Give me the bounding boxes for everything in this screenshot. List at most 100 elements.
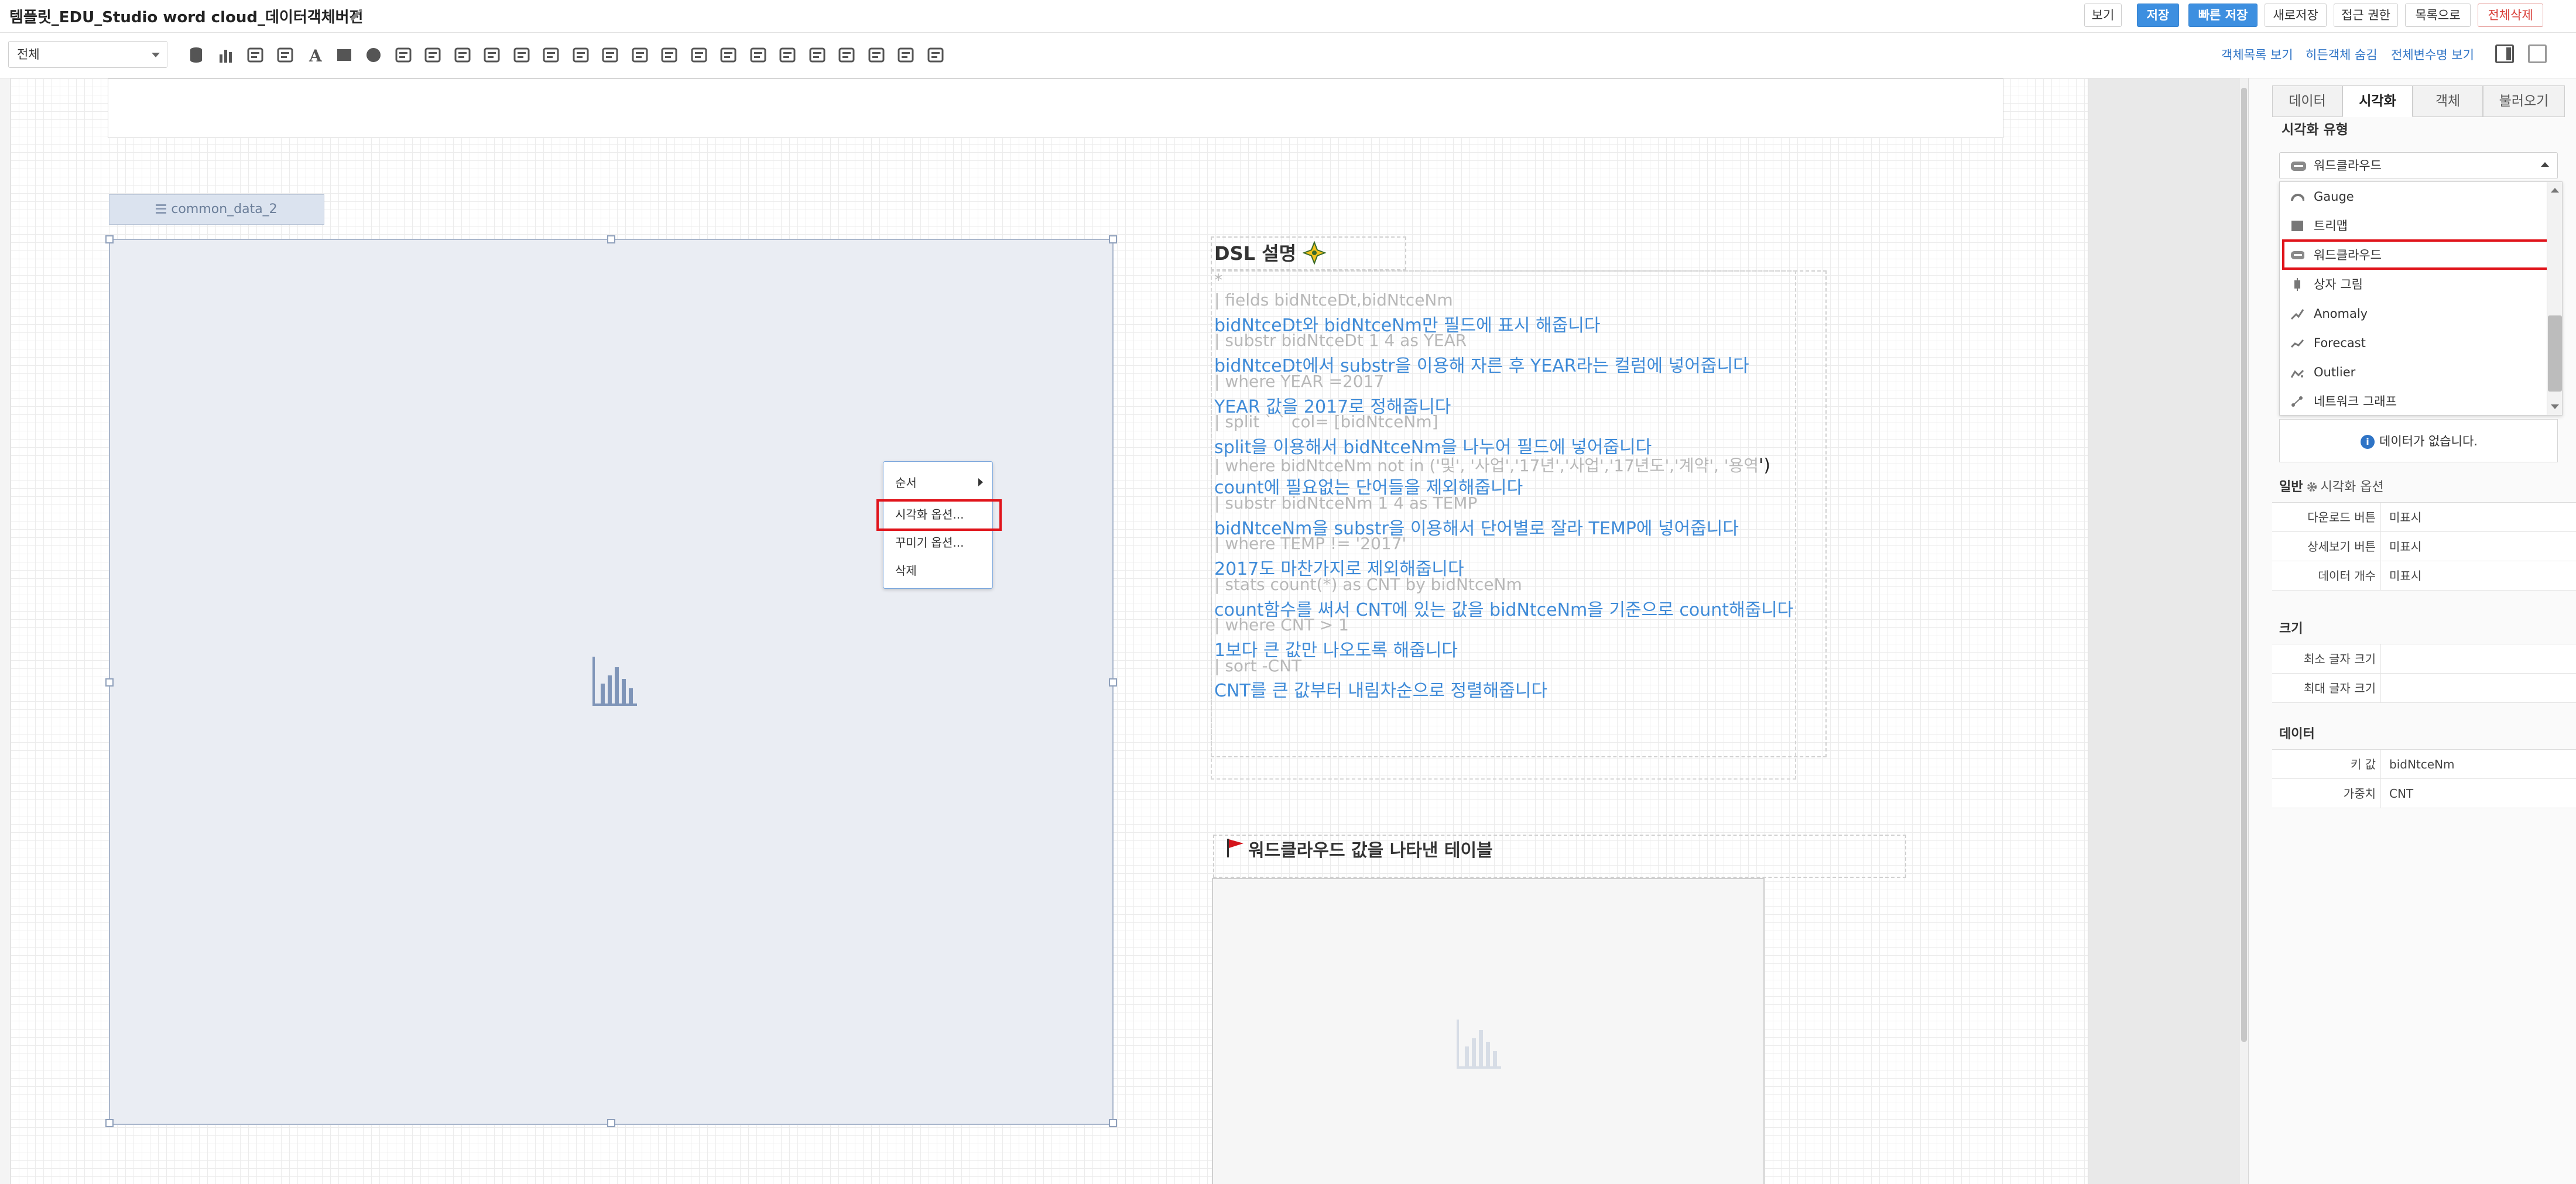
- map-icon[interactable]: [275, 45, 295, 65]
- wordcloud-table-title: 워드클라우드 값을 나타낸 테이블: [1248, 840, 1493, 861]
- quick-save-button[interactable]: 빠른 저장: [2188, 4, 2258, 27]
- dropdown-item[interactable]: 상자 그림: [2280, 270, 2547, 299]
- dropdown-scrollbar-thumb[interactable]: [2548, 315, 2562, 392]
- tab-import[interactable]: 불러오기: [2483, 85, 2565, 117]
- vis-type-select[interactable]: 워드클라우드: [2279, 152, 2558, 179]
- save-button[interactable]: 저장: [2137, 4, 2179, 27]
- ctx-delete[interactable]: 삭제: [895, 561, 917, 578]
- textbox-icon[interactable]: [453, 45, 472, 65]
- tab-object[interactable]: 객체: [2413, 85, 2483, 117]
- hidden-objects-link[interactable]: 히든객체 숨김: [2306, 46, 2378, 63]
- prop-row[interactable]: 데이터 개수 미표시: [2272, 561, 2576, 591]
- dsl-description-line: CNT를 큰 값부터 내림차순으로 정렬해줍니다: [1214, 676, 1547, 702]
- general-label: 일반: [2279, 480, 2303, 495]
- dsl-command-line: | sort -CNT: [1214, 656, 1301, 675]
- prop-value[interactable]: 미표시: [2389, 561, 2421, 591]
- global-vars-link[interactable]: 전체변수명 보기: [2391, 46, 2474, 63]
- prop-row[interactable]: 최대 글자 크기: [2272, 674, 2576, 703]
- top-panel-box[interactable]: [108, 78, 2003, 138]
- cloud-icon: [2291, 162, 2306, 171]
- photo-icon[interactable]: [630, 45, 650, 65]
- button-icon[interactable]: [482, 45, 502, 65]
- wordcloud-table-box[interactable]: [1212, 878, 1765, 1184]
- bar-chart-icon[interactable]: [216, 45, 236, 65]
- export-icon[interactable]: [926, 45, 946, 65]
- date-icon[interactable]: [541, 45, 561, 65]
- database-icon[interactable]: [186, 45, 206, 65]
- canvas-scrollbar-thumb[interactable]: [2241, 88, 2247, 1042]
- calendar-icon[interactable]: [571, 45, 591, 65]
- list-button[interactable]: 목록으로: [2405, 4, 2471, 27]
- prop-key: 최소 글자 크기: [2272, 644, 2381, 674]
- prop-row[interactable]: 다운로드 버튼 미표시: [2272, 503, 2576, 532]
- scroll-up-icon[interactable]: [2551, 188, 2559, 193]
- list-icon[interactable]: [689, 45, 709, 65]
- object-list-link[interactable]: 객체목록 보기: [2221, 46, 2293, 63]
- chart-placeholder-icon: [592, 657, 637, 706]
- ctx-deco-options[interactable]: 꾸미기 옵션...: [895, 533, 964, 550]
- refresh-icon[interactable]: [748, 45, 768, 65]
- tab-data[interactable]: 데이터: [2272, 85, 2342, 117]
- frame-icon[interactable]: [866, 45, 886, 65]
- checkbox-icon[interactable]: [512, 45, 532, 65]
- dropdown-item[interactable]: 트리맵: [2280, 211, 2547, 241]
- prop-value[interactable]: 미표시: [2389, 532, 2421, 561]
- folder-icon[interactable]: [659, 45, 679, 65]
- panel-right-toggle-icon[interactable]: [2495, 44, 2514, 63]
- circle-icon[interactable]: [364, 45, 383, 65]
- save-new-button[interactable]: 새로저장: [2265, 4, 2327, 27]
- resize-handle-nw[interactable]: [105, 235, 114, 243]
- resize-handle-ne[interactable]: [1109, 235, 1117, 243]
- resize-handle-n[interactable]: [607, 235, 615, 243]
- prop-row[interactable]: 최소 글자 크기: [2272, 644, 2576, 674]
- list-icon: [156, 204, 167, 214]
- image-icon[interactable]: [393, 45, 413, 65]
- panel-full-toggle-icon[interactable]: [2528, 44, 2547, 63]
- dropdown-item[interactable]: Gauge: [2280, 182, 2547, 211]
- move-icon[interactable]: [896, 45, 916, 65]
- edit-icon[interactable]: [600, 45, 620, 65]
- resize-handle-s[interactable]: [607, 1119, 615, 1127]
- dropdown-item[interactable]: Anomaly: [2280, 299, 2547, 328]
- prop-value[interactable]: 미표시: [2389, 503, 2421, 532]
- vis-type-label: 시각화 유형: [2282, 122, 2348, 138]
- text-icon[interactable]: A: [304, 45, 324, 66]
- ctx-order[interactable]: 순서: [895, 473, 917, 490]
- map-pin-icon[interactable]: [245, 45, 265, 65]
- dsl-star: *: [1214, 270, 1222, 290]
- context-menu: 순서 시각화 옵션... 꾸미기 옵션... 삭제: [876, 461, 1002, 589]
- filter-select[interactable]: 전체: [8, 41, 167, 68]
- resize-handle-sw[interactable]: [105, 1119, 114, 1127]
- input-icon[interactable]: [423, 45, 443, 65]
- print-icon[interactable]: [807, 45, 827, 65]
- resize-handle-w[interactable]: [105, 678, 114, 687]
- access-button[interactable]: 접근 권한: [2334, 4, 2398, 27]
- dsl-line-text: | split ` ` col= [bidNtceNm]: [1214, 412, 1438, 432]
- scroll-down-icon[interactable]: [2551, 404, 2559, 409]
- prop-row[interactable]: 가중치 CNT: [2272, 779, 2576, 808]
- pencil-icon[interactable]: [349, 7, 364, 22]
- media-icon[interactable]: [837, 45, 857, 65]
- dropdown-item[interactable]: Outlier: [2280, 358, 2547, 387]
- data-object-tag[interactable]: common_data_2: [109, 194, 324, 225]
- dropdown-item[interactable]: 네트워크 그래프: [2280, 387, 2547, 415]
- resize-handle-se[interactable]: [1109, 1119, 1117, 1127]
- tag-icon[interactable]: [718, 45, 738, 65]
- resize-handle-e[interactable]: [1109, 678, 1117, 687]
- view-button[interactable]: 보기: [2084, 4, 2122, 27]
- red-flag-icon: [1227, 839, 1244, 857]
- prop-key: 다운로드 버튼: [2272, 503, 2381, 532]
- rectangle-icon[interactable]: [334, 45, 354, 65]
- dropdown-item[interactable]: Forecast: [2280, 328, 2547, 358]
- prop-row[interactable]: 상세보기 버튼 미표시: [2272, 532, 2576, 561]
- wordcloud-chart-box[interactable]: [105, 235, 1117, 1127]
- delete-all-button[interactable]: 전체삭제: [2478, 4, 2543, 27]
- prop-value[interactable]: CNT: [2389, 779, 2413, 808]
- tab-visualization[interactable]: 시각화: [2342, 85, 2413, 117]
- canvas-right-band: [2088, 78, 2248, 1184]
- prop-value[interactable]: bidNtceNm: [2389, 750, 2455, 779]
- prop-key: 최대 글자 크기: [2272, 674, 2381, 703]
- prop-row[interactable]: 키 값 bidNtceNm: [2272, 750, 2576, 779]
- form-icon[interactable]: [777, 45, 797, 65]
- design-canvas[interactable]: common_data_2 순서 시각화 옵션... 꾸미기 옵션... 삭제: [11, 78, 2088, 1184]
